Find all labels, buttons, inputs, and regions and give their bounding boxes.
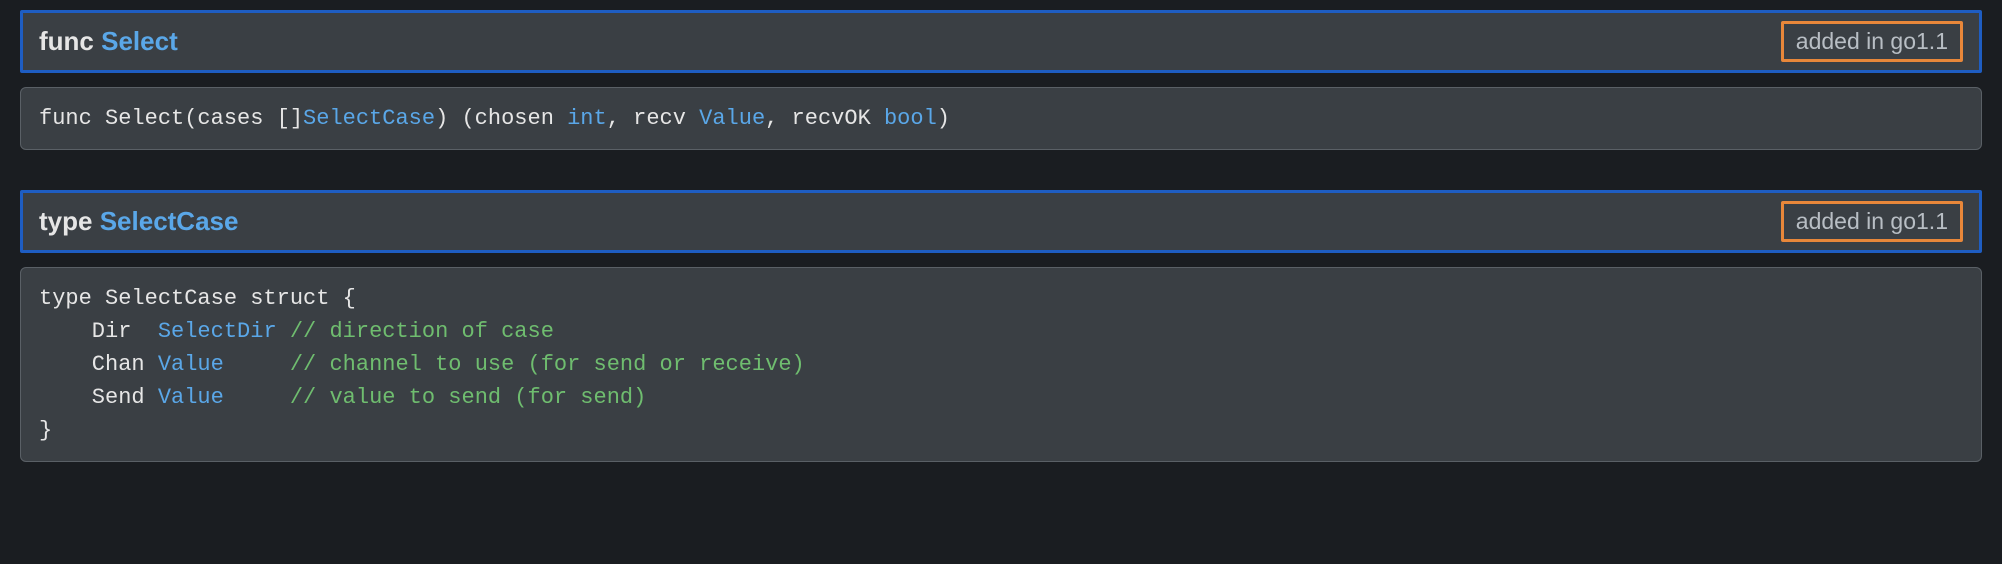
- pad: [224, 352, 290, 377]
- keyword-type: type: [39, 206, 92, 236]
- sig-text: , recvOK: [765, 106, 884, 131]
- sig-text: func Select(cases []: [39, 106, 303, 131]
- func-select-link[interactable]: Select: [101, 26, 178, 56]
- type-selectcase-link[interactable]: SelectCase: [100, 206, 239, 236]
- func-select-title: func Select: [39, 26, 178, 57]
- sig-text: ): [937, 106, 950, 131]
- field-send-name: Send: [39, 385, 158, 410]
- field-dir-name: Dir: [39, 319, 158, 344]
- comment-dir: // direction of case: [290, 319, 554, 344]
- link-value[interactable]: Value: [158, 385, 224, 410]
- link-value[interactable]: Value: [699, 106, 765, 131]
- func-select-section: func Select added in go1.1 func Select(c…: [20, 10, 1982, 150]
- sig-text: , recv: [607, 106, 699, 131]
- sig-text: ) (chosen: [435, 106, 567, 131]
- link-bool[interactable]: bool: [884, 106, 937, 131]
- struct-open: type SelectCase struct {: [39, 286, 356, 311]
- field-chan-name: Chan: [39, 352, 158, 377]
- pad: [224, 385, 290, 410]
- link-int[interactable]: int: [567, 106, 607, 131]
- added-badge: added in go1.1: [1781, 201, 1963, 242]
- type-selectcase-section: type SelectCase added in go1.1 type Sele…: [20, 190, 1982, 462]
- link-selectdir[interactable]: SelectDir: [158, 319, 277, 344]
- func-select-header: func Select added in go1.1: [20, 10, 1982, 73]
- type-selectcase-header: type SelectCase added in go1.1: [20, 190, 1982, 253]
- func-select-signature: func Select(cases []SelectCase) (chosen …: [20, 87, 1982, 150]
- link-value[interactable]: Value: [158, 352, 224, 377]
- comment-chan: // channel to use (for send or receive): [290, 352, 805, 377]
- type-selectcase-title: type SelectCase: [39, 206, 238, 237]
- type-selectcase-definition: type SelectCase struct { Dir SelectDir /…: [20, 267, 1982, 462]
- added-badge: added in go1.1: [1781, 21, 1963, 62]
- keyword-func: func: [39, 26, 94, 56]
- struct-close: }: [39, 418, 52, 443]
- pad: [277, 319, 290, 344]
- link-selectcase[interactable]: SelectCase: [303, 106, 435, 131]
- comment-send: // value to send (for send): [290, 385, 646, 410]
